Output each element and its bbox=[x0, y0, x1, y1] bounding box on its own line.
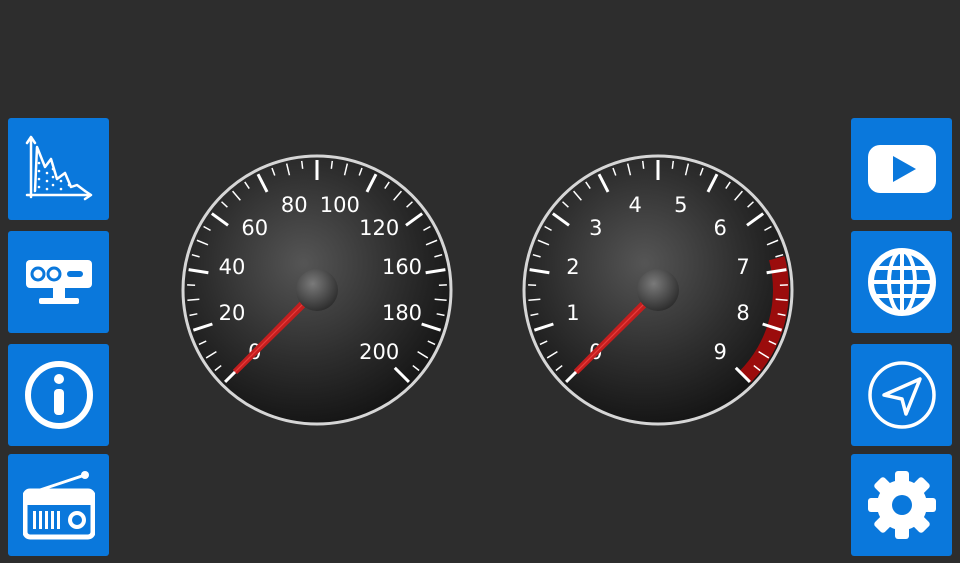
speedometer-tick-label: 180 bbox=[382, 301, 422, 325]
tachometer-tick-label: 5 bbox=[674, 193, 687, 217]
charts-button[interactable] bbox=[8, 118, 109, 220]
settings-button[interactable] bbox=[851, 454, 952, 556]
speedometer-minor-tick bbox=[434, 298, 447, 301]
speedometer-tick-label: 100 bbox=[320, 193, 360, 217]
speedometer-center-hub bbox=[296, 269, 338, 311]
info-button[interactable] bbox=[8, 344, 109, 446]
media-play-button[interactable] bbox=[851, 118, 952, 220]
camera-sensor-icon bbox=[25, 260, 92, 304]
radio-button[interactable] bbox=[8, 454, 109, 556]
gear-icon bbox=[867, 471, 936, 539]
play-icon bbox=[867, 145, 936, 193]
tachometer-tick-label: 2 bbox=[566, 255, 579, 279]
tachometer-minor-tick bbox=[641, 160, 645, 169]
speedometer-tick-label: 80 bbox=[281, 193, 308, 217]
tachometer-gauge: 0123456789 bbox=[520, 152, 796, 428]
speedometer-tick-label: 40 bbox=[219, 255, 246, 279]
speedometer-gauge: 020406080100120160180200 bbox=[179, 152, 455, 428]
speedometer-minor-tick bbox=[300, 160, 304, 169]
speedometer-tick-label: 120 bbox=[359, 216, 399, 240]
speedometer-tick-label: 160 bbox=[382, 255, 422, 279]
tachometer-tick-label: 4 bbox=[629, 193, 642, 217]
speedometer-minor-tick bbox=[330, 160, 334, 169]
speedometer-tick-label: 20 bbox=[219, 301, 246, 325]
info-icon bbox=[24, 361, 93, 429]
tachometer-center-hub bbox=[637, 269, 679, 311]
camera-sensor-button[interactable] bbox=[8, 231, 109, 333]
tachometer-tick-label: 7 bbox=[736, 255, 749, 279]
tachometer-minor-tick bbox=[528, 298, 541, 301]
web-browser-button[interactable] bbox=[851, 231, 952, 333]
speedometer-tick-label: 200 bbox=[359, 340, 399, 364]
speedometer-tick-label: 60 bbox=[241, 216, 268, 240]
tachometer-tick-label: 8 bbox=[736, 301, 749, 325]
tachometer-tick-label: 6 bbox=[714, 216, 727, 240]
tachometer-tick-label: 3 bbox=[589, 216, 602, 240]
tachometer-minor-tick bbox=[775, 298, 788, 301]
speedometer-minor-tick bbox=[187, 298, 200, 301]
tachometer-tick-label: 1 bbox=[566, 301, 579, 325]
globe-icon bbox=[867, 248, 936, 316]
tachometer-tick-label: 9 bbox=[714, 340, 727, 364]
radio-icon bbox=[22, 471, 95, 540]
chart-icon bbox=[25, 135, 92, 201]
navigation-button[interactable] bbox=[851, 344, 952, 446]
dashboard-screen: 020406080100120160180200 0123456789 bbox=[0, 0, 960, 563]
tachometer-minor-tick bbox=[671, 160, 675, 169]
navigation-icon bbox=[867, 361, 936, 429]
